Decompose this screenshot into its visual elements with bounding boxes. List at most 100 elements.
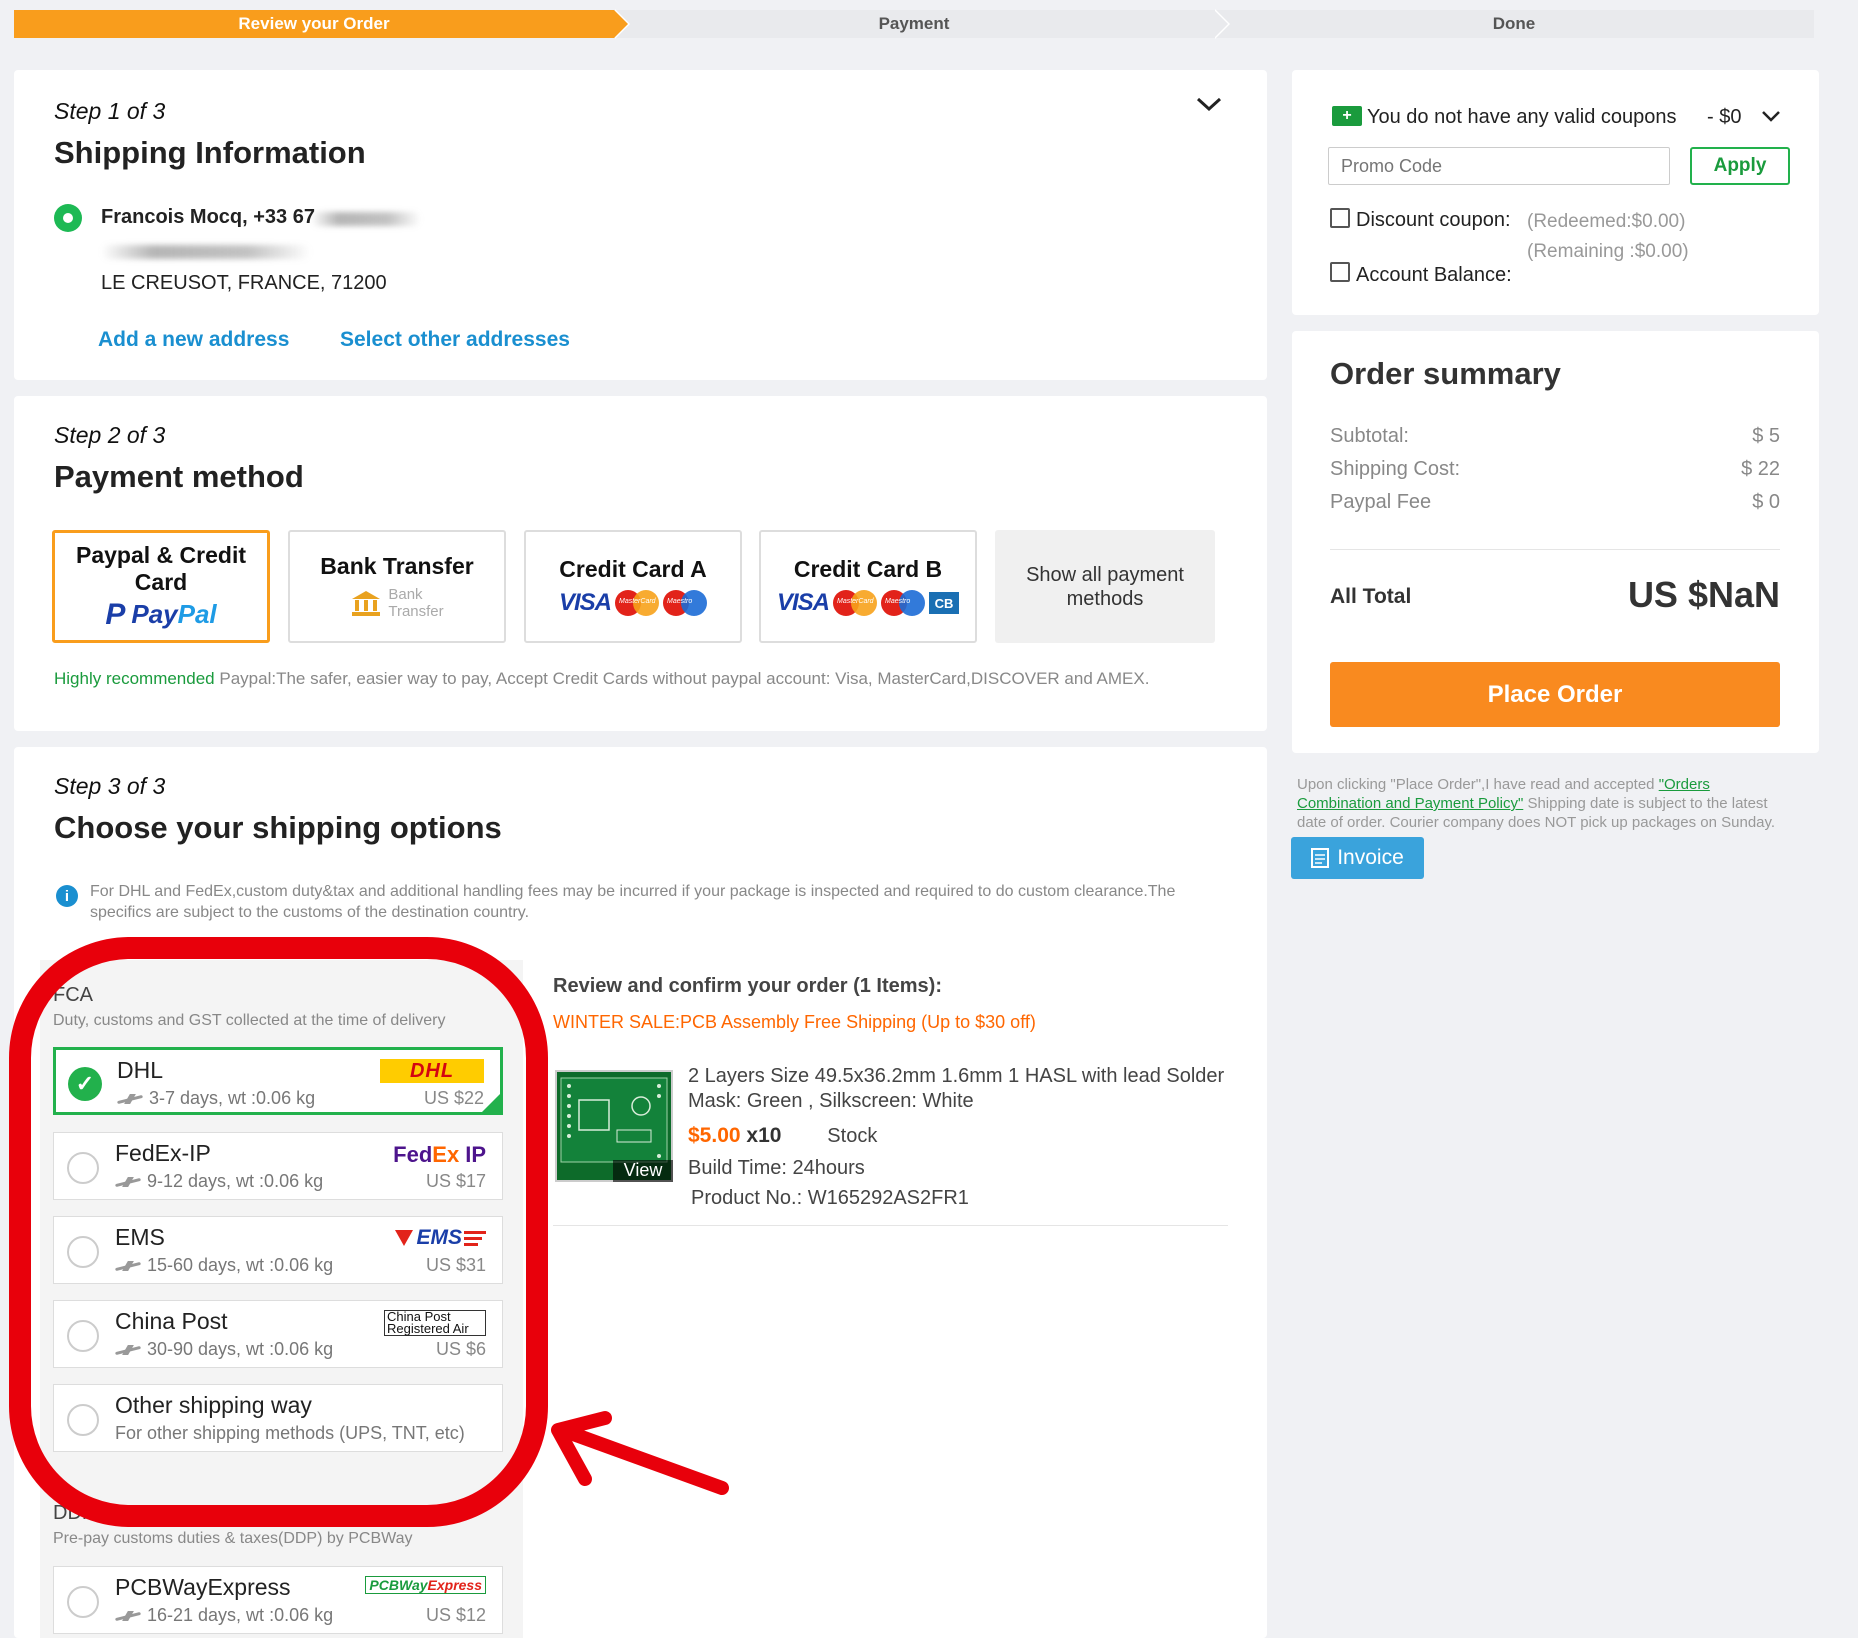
pcbway-express-logo: PCBWayExpress: [365, 1576, 486, 1594]
show-all-payment-methods-button[interactable]: Show all payment methods: [995, 530, 1215, 643]
address-city: LE CREUSOT, FRANCE, 71200: [101, 272, 387, 294]
checkout-progress: Review your Order Payment Done: [14, 9, 1814, 39]
shipping-option-name: FedEx-IP: [115, 1140, 211, 1166]
mastercard-logo: MasterCard: [615, 590, 659, 616]
item-stock: Stock: [827, 1125, 878, 1147]
payment-option-label: Bank Transfer: [320, 553, 474, 579]
discount-coupon-checkbox[interactable]: [1330, 208, 1350, 228]
cb-logo: CB: [929, 592, 959, 614]
invoice-label: Invoice: [1337, 846, 1404, 869]
dhl-logo: DHL: [380, 1059, 484, 1083]
plane-icon: [115, 1261, 141, 1271]
coupon-amount: - $0: [1707, 106, 1742, 128]
shipping-option-china-post[interactable]: China Post 30-90 days, wt :0.06 kg China…: [53, 1300, 503, 1368]
item-price-row: $5.00 x10 Stock: [688, 1124, 877, 1148]
ems-logo: EMS: [394, 1226, 486, 1250]
selected-corner-icon: [482, 1094, 500, 1112]
total-value: US $NaN: [1627, 574, 1780, 615]
shipping-option-ems[interactable]: EMS 15-60 days, wt :0.06 kg EMS US $31: [53, 1216, 503, 1284]
document-icon: [1311, 848, 1330, 868]
redacted-text: [311, 211, 422, 226]
radio-button[interactable]: [67, 1586, 99, 1618]
shipping-option-dhl[interactable]: ✓ DHL 3-7 days, wt :0.06 kg DHL US $22: [53, 1047, 503, 1115]
apply-button[interactable]: Apply: [1690, 147, 1790, 185]
section-title: Shipping Information: [54, 135, 366, 170]
payment-option-bank-transfer[interactable]: Bank Transfer Bank Transfer: [288, 530, 506, 643]
payment-option-paypal[interactable]: Paypal & Credit Card P PayPal: [52, 530, 270, 643]
step-label: Step 2 of 3: [54, 422, 166, 448]
review-title: Review and confirm your order (1 Items):: [553, 975, 942, 997]
maestro-logo: Maestro: [663, 590, 707, 616]
payment-option-credit-card-b[interactable]: Credit Card B VISA MasterCard Maestro CB: [759, 530, 977, 643]
payment-option-label: Paypal & Credit Card: [76, 541, 246, 595]
step-label: Step 3 of 3: [54, 773, 166, 799]
recommend-highlight: Highly recommended: [54, 669, 215, 688]
discount-coupon-label: Discount coupon:: [1356, 209, 1511, 231]
shipping-option-name: Other shipping way: [115, 1392, 312, 1418]
summary-row-paypal-fee: Paypal Fee $ 0: [1330, 491, 1780, 513]
mastercard-logo: MasterCard: [833, 590, 877, 616]
redacted-text: [101, 244, 311, 259]
progress-step-payment: Payment: [614, 9, 1230, 39]
item-qty: x10: [746, 1124, 782, 1147]
radio-button[interactable]: [67, 1404, 99, 1436]
select-other-addresses-link[interactable]: Select other addresses: [340, 328, 570, 352]
group-sub-fca: Duty, customs and GST collected at the t…: [53, 1012, 446, 1029]
shipping-option-pcbway-express[interactable]: PCBWayExpress 16-21 days, wt :0.06 kg PC…: [53, 1566, 503, 1634]
shipping-option-name: EMS: [115, 1224, 165, 1250]
shipping-option-duration: 16-21 days, wt :0.06 kg: [115, 1605, 333, 1626]
shipping-info-card: Step 1 of 3 Shipping Information Francoi…: [14, 70, 1267, 380]
card-logos: VISA MasterCard Maestro: [559, 589, 707, 617]
maestro-logo: Maestro: [881, 590, 925, 616]
place-order-button[interactable]: Place Order: [1330, 662, 1780, 727]
invoice-button[interactable]: Invoice: [1291, 837, 1424, 879]
shipping-option-price: US $17: [425, 1171, 486, 1191]
add-address-link[interactable]: Add a new address: [98, 328, 289, 352]
coupon-message: You do not have any valid coupons: [1367, 106, 1677, 128]
summary-row-subtotal: Subtotal: $ 5: [1330, 425, 1780, 447]
shipping-option-price: US $22: [423, 1088, 484, 1108]
view-button[interactable]: View: [613, 1160, 673, 1182]
payment-option-label: Credit Card A: [559, 556, 707, 582]
shipping-option-description: For other shipping methods (UPS, TNT, et…: [115, 1423, 465, 1443]
pcb-thumbnail[interactable]: View: [555, 1070, 673, 1182]
shipping-option-duration: 15-60 days, wt :0.06 kg: [115, 1255, 333, 1276]
shipping-option-name: PCBWayExpress: [115, 1574, 291, 1600]
item-price: $5.00: [688, 1124, 741, 1147]
payment-option-credit-card-a[interactable]: Credit Card A VISA MasterCard Maestro: [524, 530, 742, 643]
radio-button[interactable]: [67, 1236, 99, 1268]
order-policy-note: Upon clicking "Place Order",I have read …: [1297, 776, 1776, 831]
shipping-option-other[interactable]: Other shipping way For other shipping me…: [53, 1384, 503, 1452]
recommend-text: Paypal:The safer, easier way to pay, Acc…: [219, 669, 1150, 688]
section-title: Payment method: [54, 459, 304, 494]
coupon-icon: +: [1332, 106, 1362, 126]
group-title-ddp: DDP: [53, 1502, 96, 1524]
shipping-option-fedex-ip[interactable]: FedEx-IP 9-12 days, wt :0.06 kg FedEx IP …: [53, 1132, 503, 1200]
shipping-option-price: US $31: [425, 1255, 486, 1275]
progress-step-done: Done: [1214, 10, 1814, 38]
section-title: Choose your shipping options: [54, 810, 502, 845]
visa-logo: VISA: [558, 589, 612, 616]
group-title-fca: FCA: [53, 984, 93, 1006]
divider: [553, 1225, 1228, 1226]
paypal-logo: P PayPal: [105, 597, 217, 631]
payment-option-label: Credit Card B: [793, 556, 943, 582]
chevron-down-icon[interactable]: [1194, 94, 1224, 114]
radio-button[interactable]: [67, 1320, 99, 1352]
info-icon: i: [56, 885, 78, 907]
account-balance-checkbox[interactable]: [1330, 262, 1350, 282]
china-post-logo: China Post Registered Air: [384, 1310, 486, 1336]
radio-button[interactable]: [67, 1152, 99, 1184]
address-radio[interactable]: [54, 204, 82, 232]
item-description: 2 Layers Size 49.5x36.2mm 1.6mm 1 HASL w…: [688, 1065, 1225, 1112]
progress-step-review: Review your Order: [14, 9, 630, 39]
shipping-option-name: China Post: [115, 1308, 228, 1334]
plane-icon: [115, 1611, 141, 1621]
remaining-value: (Remaining :$0.00): [1527, 241, 1689, 262]
step-label: Step 1 of 3: [54, 98, 166, 124]
chevron-down-icon[interactable]: [1760, 108, 1782, 124]
promo-code-input[interactable]: [1328, 147, 1670, 185]
shipping-option-duration: 9-12 days, wt :0.06 kg: [115, 1171, 323, 1192]
bank-icon: Bank Transfer: [350, 586, 444, 620]
account-balance-label: Account Balance:: [1356, 264, 1512, 286]
